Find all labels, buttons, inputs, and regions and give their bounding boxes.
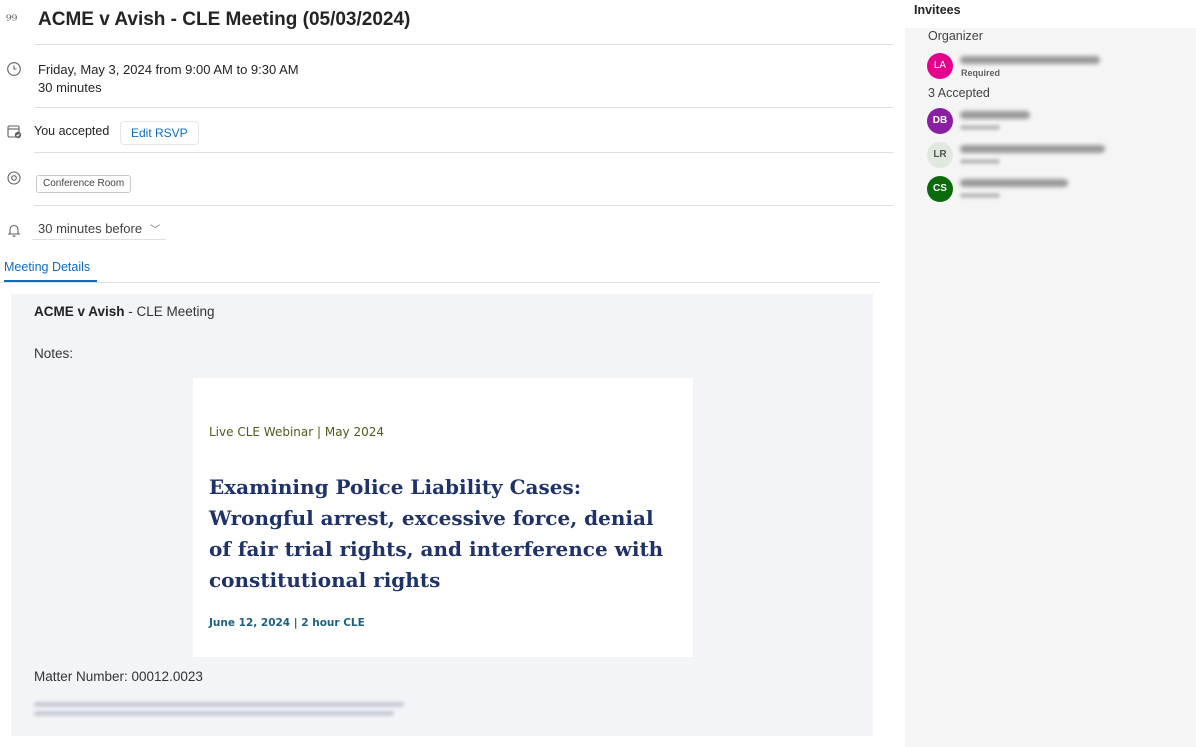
divider — [34, 152, 893, 153]
avatar-invitee[interactable]: LR — [927, 142, 953, 168]
location-icon — [7, 171, 21, 185]
avatar-invitee[interactable]: DB — [927, 108, 953, 134]
organizer-name-redacted — [960, 56, 1100, 64]
reminder-value: 30 minutes before — [38, 221, 143, 236]
divider — [34, 205, 893, 206]
avatar-organizer[interactable]: LA — [927, 53, 953, 79]
invitee-name-redacted — [960, 145, 1105, 153]
reminder-dropdown[interactable]: 30 minutes before ﹀ — [32, 219, 167, 240]
details-heading: ACME v Avish - CLE Meeting — [34, 304, 215, 319]
webinar-kicker: Live CLE Webinar | May 2024 — [209, 425, 385, 439]
matter-number: Matter Number: 00012.0023 — [34, 669, 203, 684]
organizer-label: Organizer — [928, 29, 983, 43]
invitee-role-redacted — [960, 125, 1000, 130]
calendar-check-icon — [7, 125, 22, 139]
details-heading-rest: - CLE Meeting — [124, 304, 215, 319]
chevron-down-icon: ﹀ — [150, 225, 161, 236]
details-heading-bold: ACME v Avish — [34, 304, 125, 319]
location-pill[interactable]: Conference Room — [36, 175, 132, 193]
tab-meeting-details[interactable]: Meeting Details — [4, 260, 90, 274]
tab-divider — [0, 282, 880, 283]
webinar-title: Examining Police Liability Cases: Wrongf… — [209, 475, 664, 592]
blurred-text-line — [34, 711, 394, 716]
divider — [34, 107, 893, 108]
quote-icon: ⁹⁹ — [6, 13, 18, 29]
bell-icon — [7, 224, 21, 237]
invitee-name-redacted — [960, 111, 1030, 119]
invitee-role-redacted — [960, 193, 1000, 198]
divider — [34, 44, 893, 45]
blurred-text-line — [34, 702, 404, 707]
event-datetime: Friday, May 3, 2024 from 9:00 AM to 9:30… — [38, 62, 299, 77]
avatar-invitee[interactable]: CS — [927, 176, 953, 202]
clock-icon — [7, 62, 21, 76]
invitee-role-redacted — [960, 159, 1000, 164]
edit-rsvp-button[interactable]: Edit RSVP — [120, 121, 199, 145]
invitee-name-redacted — [960, 179, 1068, 187]
notes-label: Notes: — [34, 346, 74, 361]
webinar-date: June 12, 2024 | 2 hour CLE — [209, 617, 365, 629]
webinar-card: Live CLE Webinar | May 2024 Examining Po… — [193, 378, 693, 657]
rsvp-status: You accepted — [34, 124, 110, 138]
event-details-pane: ⁹⁹ ACME v Avish - CLE Meeting (05/03/202… — [0, 0, 893, 747]
invitees-title: Invitees — [914, 3, 961, 17]
organizer-role: Required — [961, 68, 1001, 78]
accepted-label: 3 Accepted — [928, 86, 990, 100]
event-duration: 30 minutes — [38, 80, 102, 95]
event-title: ACME v Avish - CLE Meeting (05/03/2024) — [38, 9, 411, 30]
meeting-details-body: ACME v Avish - CLE Meeting Notes: Live C… — [11, 294, 873, 736]
